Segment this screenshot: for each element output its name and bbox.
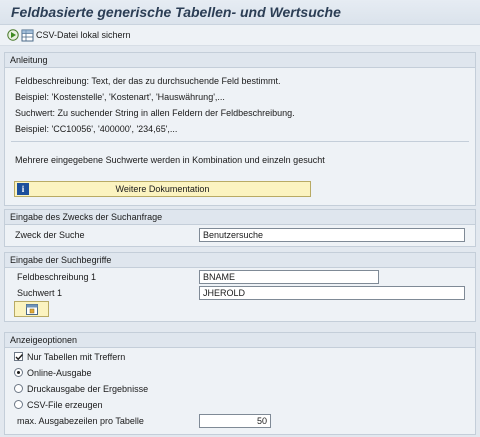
checkmark-icon	[15, 354, 24, 361]
spreadsheet-icon	[21, 29, 34, 41]
instruction-line-4: Beispiel: 'CC10056', '400000', '234,65',…	[15, 124, 178, 134]
further-documentation-label: Weitere Dokumentation	[115, 184, 210, 194]
suchwert-label: Suchwert 1	[17, 288, 63, 298]
only-hits-label: Nur Tabellen mit Treffern	[27, 352, 126, 362]
feldbeschreibung-label: Feldbeschreibung 1	[17, 272, 97, 282]
instruction-line-1: Feldbeschreibung: Text, der das zu durch…	[15, 76, 281, 86]
suchbegriffe-group: Eingabe der Suchbegriffe Feldbeschreibun…	[4, 252, 476, 322]
further-documentation-button[interactable]: i Weitere Dokumentation	[14, 181, 311, 197]
multiple-selection-icon	[26, 304, 38, 315]
anzeige-heading: Anzeigeoptionen	[5, 333, 475, 348]
print-output-label: Druckausgabe der Ergebnisse	[27, 384, 149, 394]
radio-csv-output[interactable]	[14, 400, 23, 409]
online-output-label: Online-Ausgabe	[27, 368, 92, 378]
execute-icon[interactable]	[7, 29, 19, 41]
anleitung-group: Anleitung Feldbeschreibung: Text, der da…	[4, 52, 476, 206]
suchwert-input[interactable]	[199, 286, 465, 300]
save-csv-button[interactable]: CSV-Datei lokal sichern	[21, 27, 131, 43]
radio-online-output[interactable]	[14, 368, 23, 377]
max-rows-label: max. Ausgabezeilen pro Tabelle	[17, 416, 144, 426]
multiple-selection-button[interactable]	[14, 301, 49, 317]
zweck-heading: Eingabe des Zwecks der Suchanfrage	[5, 210, 475, 225]
zweck-label: Zweck der Suche	[15, 230, 85, 240]
page-title: Feldbasierte generische Tabellen- und We…	[11, 4, 341, 20]
suchbegriffe-heading: Eingabe der Suchbegriffe	[5, 253, 475, 268]
only-hits-checkbox[interactable]	[14, 352, 24, 361]
csv-output-label: CSV-File erzeugen	[27, 400, 103, 410]
feldbeschreibung-input[interactable]	[199, 270, 379, 284]
zweck-input[interactable]	[199, 228, 465, 242]
instruction-line-3: Suchwert: Zu suchender String in allen F…	[15, 108, 295, 118]
anzeige-group: Anzeigeoptionen Nur Tabellen mit Treffer…	[4, 332, 476, 435]
instruction-line-2: Beispiel: 'Kostenstelle', 'Kostenart', '…	[15, 92, 225, 102]
anleitung-heading: Anleitung	[5, 53, 475, 68]
title-bar: Feldbasierte generische Tabellen- und We…	[0, 0, 480, 25]
radio-print-output[interactable]	[14, 384, 23, 393]
radio-selected-dot	[17, 371, 20, 374]
combination-note: Mehrere eingegebene Suchwerte werden in …	[15, 155, 325, 165]
content-area: Anleitung Feldbeschreibung: Text, der da…	[0, 46, 480, 437]
anleitung-separator	[11, 141, 469, 142]
max-rows-input[interactable]	[199, 414, 271, 428]
save-csv-label: CSV-Datei lokal sichern	[36, 30, 131, 40]
zweck-group: Eingabe des Zwecks der Suchanfrage Zweck…	[4, 209, 476, 247]
